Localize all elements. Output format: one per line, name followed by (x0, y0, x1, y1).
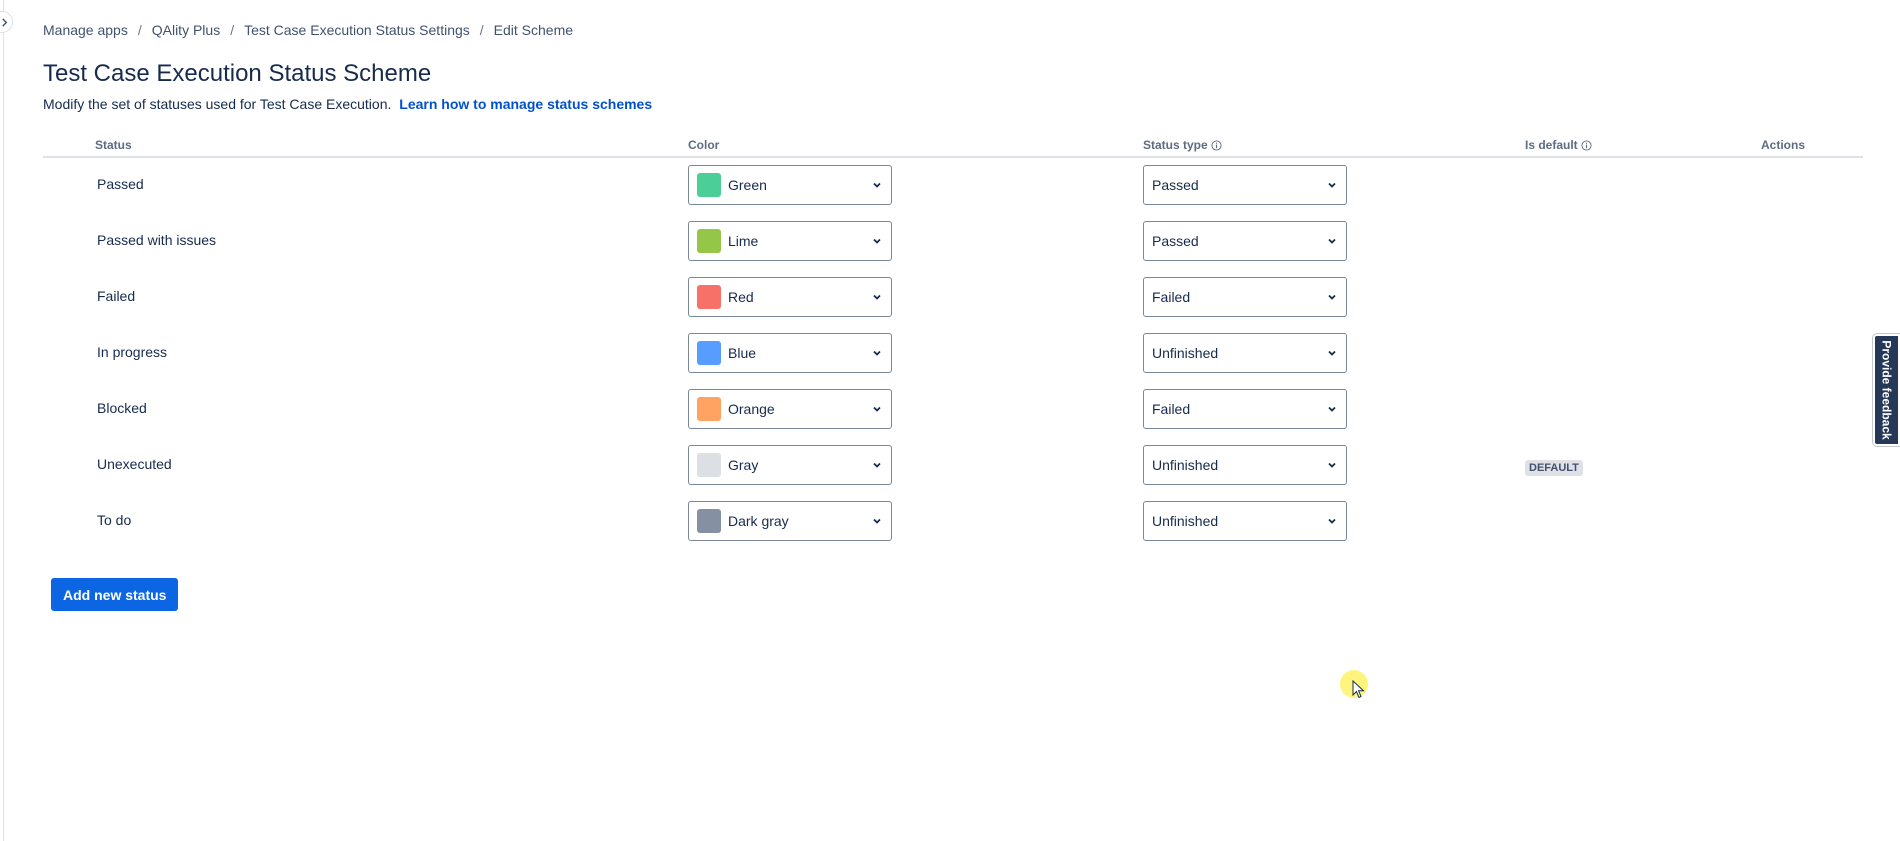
table-row: Unexecuted Gray Unfinished DEFAULT (43, 438, 1863, 494)
status-type-value: Unfinished (1152, 457, 1219, 473)
breadcrumb-separator: / (479, 22, 484, 38)
status-type-value: Unfinished (1152, 513, 1219, 529)
header-status-type-label: Status type (1143, 138, 1208, 152)
header-is-default-label: Is default (1525, 138, 1578, 152)
status-type-value: Failed (1152, 289, 1191, 305)
status-type-select[interactable]: Unfinished (1143, 501, 1347, 541)
description-text: Modify the set of statuses used for Test… (43, 96, 392, 112)
chevron-down-icon (873, 406, 881, 412)
chevron-down-icon (873, 350, 881, 356)
breadcrumb-edit-scheme[interactable]: Edit Scheme (494, 22, 573, 38)
add-new-status-button[interactable]: Add new status (51, 578, 179, 611)
status-name: To do (97, 512, 132, 528)
color-select-value: Red (728, 289, 754, 305)
status-name: Passed (97, 176, 144, 192)
header-status-label: Status (95, 138, 132, 152)
header-color-label: Color (688, 138, 720, 152)
table-header: Status Color Status type Is default Acti… (43, 132, 1863, 158)
status-type-select[interactable]: Failed (1143, 389, 1347, 429)
status-name: Blocked (97, 400, 147, 416)
color-select[interactable]: Orange (688, 389, 892, 429)
page-title: Test Case Execution Status Scheme (43, 60, 432, 87)
header-is-default: Is default (1525, 138, 1592, 152)
status-type-value: Unfinished (1152, 345, 1219, 361)
breadcrumb-separator: / (137, 22, 142, 38)
color-swatch (697, 509, 721, 533)
mouse-pointer-icon (1352, 680, 1365, 699)
color-swatch (697, 229, 721, 253)
table-row: Blocked Orange Failed (43, 382, 1863, 438)
learn-status-schemes-link[interactable]: Learn how to manage status schemes (399, 96, 652, 112)
status-type-value: Failed (1152, 401, 1191, 417)
color-select[interactable]: Lime (688, 221, 892, 261)
chevron-down-icon (873, 238, 881, 244)
breadcrumb-separator: / (230, 22, 235, 38)
status-type-value: Passed (1152, 177, 1199, 193)
color-swatch (697, 397, 721, 421)
status-type-select[interactable]: Passed (1143, 165, 1347, 205)
table-row: Failed Red Failed (43, 270, 1863, 326)
color-select[interactable]: Green (688, 165, 892, 205)
breadcrumb-qality-plus[interactable]: QAlity Plus (152, 22, 220, 38)
color-select-value: Blue (728, 345, 757, 361)
table-body: Passed Green Passed Passed with issues Lime P… (43, 158, 1863, 550)
color-select[interactable]: Gray (688, 445, 892, 485)
chevron-down-icon (1328, 294, 1336, 300)
color-swatch (697, 173, 721, 197)
status-name: Failed (97, 288, 136, 304)
table-row: In progress Blue Unfinished (43, 326, 1863, 382)
chevron-down-icon (1328, 462, 1336, 468)
chevron-down-icon (873, 462, 881, 468)
color-swatch (697, 285, 721, 309)
color-swatch (697, 453, 721, 477)
status-type-select[interactable]: Passed (1143, 221, 1347, 261)
chevron-down-icon (1328, 406, 1336, 412)
status-type-select[interactable]: Unfinished (1143, 333, 1347, 373)
header-actions: Actions (1761, 138, 1805, 152)
color-select-value: Gray (728, 457, 759, 473)
color-select-value: Green (728, 177, 767, 193)
status-type-select[interactable]: Failed (1143, 277, 1347, 317)
color-select-value: Lime (728, 233, 759, 249)
header-actions-label: Actions (1761, 138, 1806, 152)
table-row: To do Dark gray Unfinished (43, 494, 1863, 550)
color-select[interactable]: Dark gray (688, 501, 892, 541)
mouse-cursor-highlight (1340, 670, 1368, 699)
status-table: Status Color Status type Is default Acti… (43, 132, 1863, 550)
info-icon[interactable] (1581, 139, 1592, 151)
chevron-down-icon (873, 294, 881, 300)
color-select-value: Dark gray (728, 513, 789, 529)
color-select[interactable]: Red (688, 277, 892, 317)
chevron-down-icon (873, 518, 881, 524)
provide-feedback-tab[interactable]: Provide feedback (1872, 333, 1900, 447)
chevron-right-icon (2, 17, 8, 27)
color-select-value: Orange (728, 401, 775, 417)
status-name: In progress (97, 344, 168, 360)
table-row: Passed Green Passed (43, 158, 1863, 214)
chevron-down-icon (1328, 182, 1336, 188)
page-description: Modify the set of statuses used for Test… (43, 96, 652, 112)
color-swatch (697, 341, 721, 365)
breadcrumb-manage-apps[interactable]: Manage apps (43, 22, 128, 38)
table-row: Passed with issues Lime Passed (43, 214, 1863, 270)
color-select[interactable]: Blue (688, 333, 892, 373)
expand-sidebar-button[interactable] (0, 11, 13, 33)
header-color: Color (688, 138, 719, 152)
breadcrumb-status-settings[interactable]: Test Case Execution Status Settings (244, 22, 470, 38)
feedback-tab-label: Provide feedback (1879, 340, 1894, 440)
status-name: Passed with issues (97, 232, 217, 248)
breadcrumb: Manage apps / QAlity Plus / Test Case Ex… (43, 22, 573, 38)
chevron-down-icon (1328, 238, 1336, 244)
chevron-down-icon (1328, 518, 1336, 524)
header-status-type: Status type (1143, 138, 1222, 152)
chevron-down-icon (873, 182, 881, 188)
default-badge: DEFAULT (1525, 460, 1583, 476)
status-type-select[interactable]: Unfinished (1143, 445, 1347, 485)
status-name: Unexecuted (97, 456, 172, 472)
info-icon[interactable] (1211, 139, 1222, 151)
status-type-value: Passed (1152, 233, 1199, 249)
chevron-down-icon (1328, 350, 1336, 356)
header-status: Status (95, 138, 132, 152)
left-sidebar-rail (0, 0, 13, 841)
